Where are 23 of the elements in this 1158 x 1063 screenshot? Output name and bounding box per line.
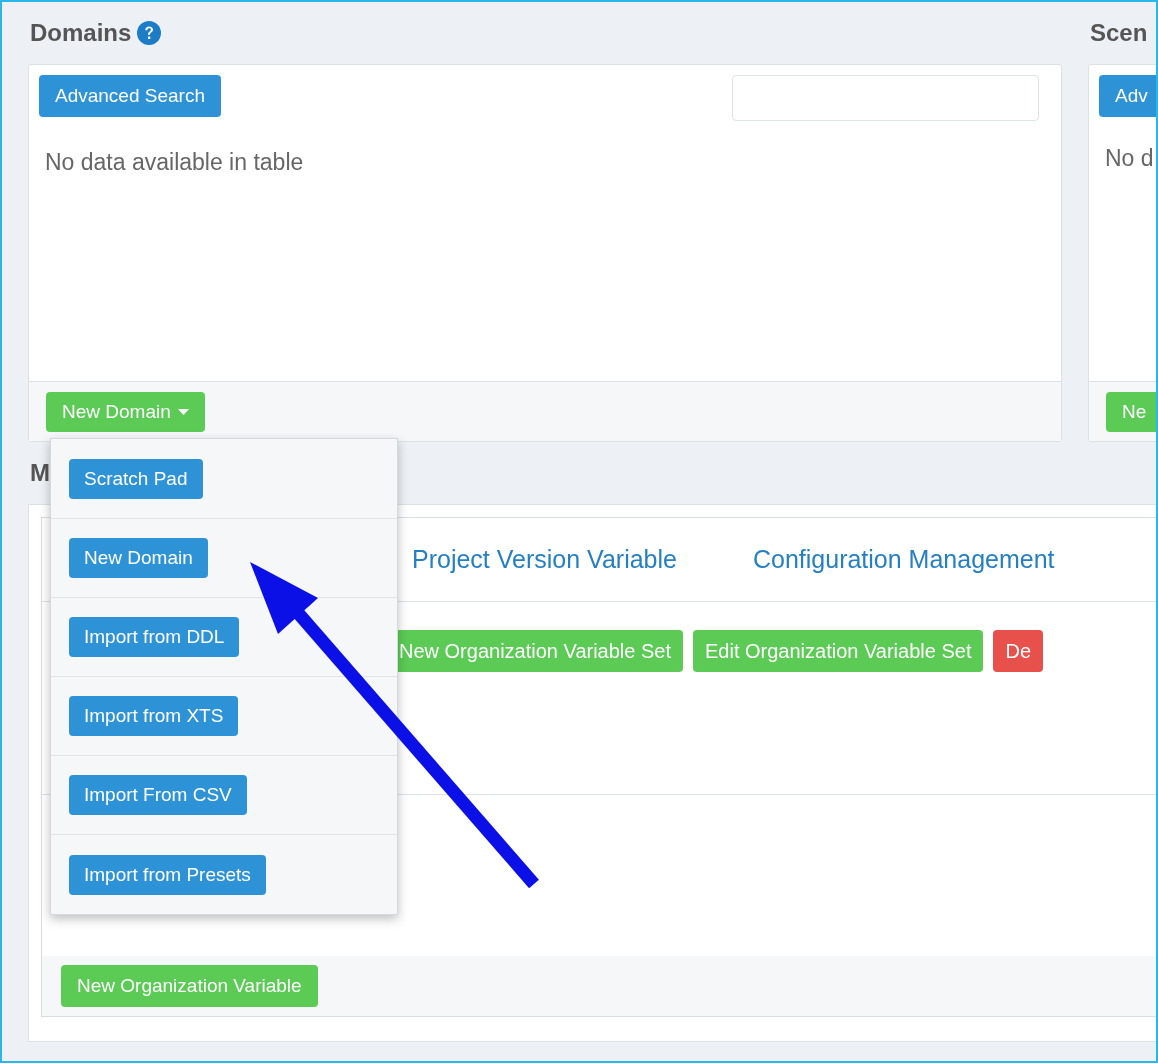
new-domain-button[interactable]: New Domain <box>46 391 205 432</box>
menu-item[interactable]: Import from DDL <box>69 617 240 657</box>
caret-icon <box>177 408 189 415</box>
menu-item[interactable]: New Domain <box>69 538 208 578</box>
panel-title: Scen <box>1090 19 1148 47</box>
menu-item[interactable]: Import from Presets <box>69 854 266 895</box>
panel-title: Domains <box>30 19 132 47</box>
menu-item[interactable]: Import From CSV <box>69 775 247 815</box>
action-button[interactable]: Edit Organization Variable Set <box>693 630 984 672</box>
tab[interactable]: Project Version Variable <box>412 545 677 574</box>
menu-item[interactable]: Scratch Pad <box>69 458 203 499</box>
action-button[interactable]: De <box>993 630 1044 672</box>
search-field[interactable] <box>732 75 1039 121</box>
section-title: M <box>30 459 50 487</box>
advanced-search-button[interactable]: Advanced Search <box>39 75 221 117</box>
menu-item[interactable]: Import from XTS <box>69 696 239 736</box>
tab[interactable]: Configuration Management <box>752 545 1055 574</box>
help-icon[interactable] <box>137 21 162 45</box>
empty-message: No d <box>1105 145 1155 172</box>
advanced-search-button[interactable]: Adv <box>1099 75 1156 117</box>
empty-message: No data available in table <box>45 149 305 176</box>
new-organization-variable-button[interactable]: New Organization Variable <box>61 965 318 1007</box>
new-button[interactable]: Ne <box>1106 391 1156 432</box>
